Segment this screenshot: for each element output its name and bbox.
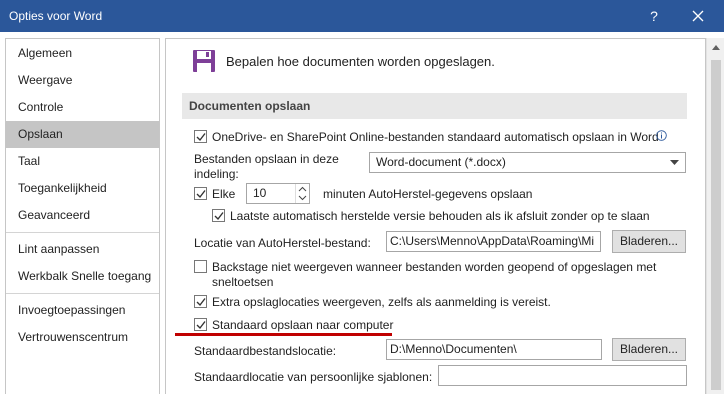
autorecover-interval-value: 10 [253,186,267,200]
browse-default-location-button[interactable]: Bladeren... [612,338,686,361]
save-format-label-line1: Bestanden opslaan in deze [194,152,339,166]
sidebar-item-invoegtoepassingen[interactable]: Invoegtoepassingen [6,297,159,324]
help-button[interactable]: ? [632,0,676,32]
default-location-label: Standaardbestandslocatie: [194,344,337,358]
save-format-value: Word-document (*.docx) [376,155,506,169]
chevron-down-icon [670,160,679,165]
backstage-checkbox[interactable] [194,260,207,273]
page-intro: Bepalen hoe documenten worden opgeslagen… [226,54,495,69]
sidebar-item-lint-aanpassen[interactable]: Lint aanpassen [6,236,159,263]
sidebar-item-opslaan[interactable]: Opslaan [6,121,159,148]
default-location-input[interactable]: D:\Menno\Documenten\ [386,339,602,360]
section-heading: Documenten opslaan [182,93,687,119]
checkmark-icon [196,190,206,199]
extra-locations-checkbox[interactable] [194,295,207,308]
highlight-underline [175,333,392,336]
save-to-computer-label: Standaard opslaan naar computer [212,318,394,332]
title-bar: Opties voor Word ? [0,0,724,32]
sidebar-item-weergave[interactable]: Weergave [6,67,159,94]
sidebar-item-toegankelijkheid[interactable]: Toegankelijkheid [6,175,159,202]
save-icon [193,50,215,72]
extra-locations-label: Extra opslaglocaties weergeven, zelfs al… [212,295,551,309]
sidebar-item-algemeen[interactable]: Algemeen [6,40,159,67]
sidebar-divider [6,293,159,294]
autorecover-label-pre: Elke [212,187,236,201]
scrollbar-thumb[interactable] [711,60,721,390]
stepper-arrows[interactable] [295,184,309,203]
sidebar-item-taal[interactable]: Taal [6,148,159,175]
save-format-dropdown[interactable]: Word-document (*.docx) [369,152,686,173]
sidebar-item-controle[interactable]: Controle [6,94,159,121]
onedrive-autosave-checkbox[interactable] [194,130,207,143]
vertical-scrollbar[interactable] [706,38,724,394]
sidebar-divider [6,232,159,233]
autorecover-checkbox[interactable] [194,187,207,200]
scroll-up-icon[interactable] [712,44,720,50]
checkmark-icon [196,321,206,330]
save-format-label-line2: indeling: [194,167,239,181]
window-title: Opties voor Word [9,9,103,23]
autorecover-location-label: Locatie van AutoHerstel-bestand: [194,236,371,250]
save-to-computer-checkbox[interactable] [194,318,207,331]
close-button[interactable] [676,0,720,32]
backstage-label-line2: sneltoetsen [212,275,274,289]
browse-autorecover-button[interactable]: Bladeren... [612,230,686,253]
checkmark-icon [214,212,224,221]
onedrive-autosave-label: OneDrive- en SharePoint Online-bestanden… [212,130,659,144]
checkmark-icon [196,298,206,307]
checkmark-icon [196,133,206,142]
templates-location-input[interactable] [438,365,687,386]
options-sidebar: Algemeen Weergave Controle Opslaan Taal … [5,38,160,394]
options-content: Bepalen hoe documenten worden opgeslagen… [165,38,706,394]
autorecover-label-post: minuten AutoHerstel-gegevens opslaan [323,187,533,201]
spinner-arrows-icon [298,186,307,201]
info-icon[interactable] [656,130,667,141]
templates-location-label: Standaardlocatie van persoonlijke sjablo… [194,370,433,384]
autorecover-location-input[interactable]: C:\Users\Menno\AppData\Roaming\Mi [386,231,601,252]
keep-last-version-label: Laatste automatisch herstelde versie beh… [230,209,650,223]
sidebar-item-werkbalk-snelle-toegang[interactable]: Werkbalk Snelle toegang [6,263,159,290]
sidebar-item-vertrouwenscentrum[interactable]: Vertrouwenscentrum [6,324,159,351]
autorecover-interval-stepper[interactable]: 10 [246,183,310,204]
close-icon [692,10,704,22]
keep-last-version-checkbox[interactable] [212,209,225,222]
sidebar-item-geavanceerd[interactable]: Geavanceerd [6,202,159,229]
backstage-label-line1: Backstage niet weergeven wanneer bestand… [212,260,657,274]
